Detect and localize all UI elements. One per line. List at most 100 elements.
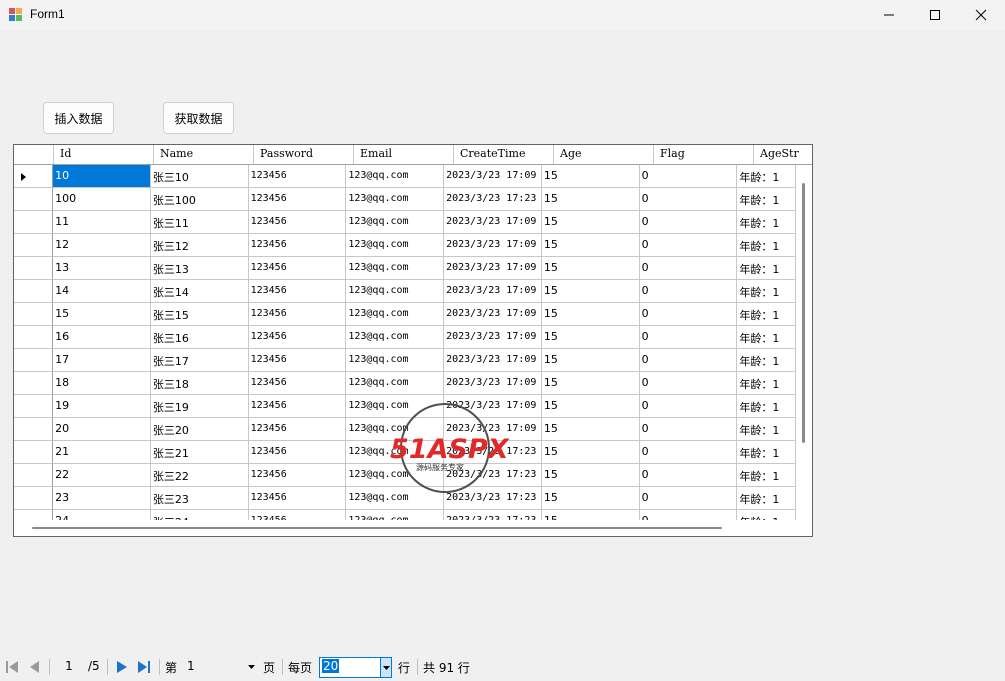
cell-createtime[interactable]: 2023/3/23 17:23 [444,464,542,487]
cell-name[interactable]: 张三20 [150,418,249,441]
row-header[interactable] [14,211,54,234]
row-header[interactable] [14,464,54,487]
insert-data-button[interactable]: 插入数据 [43,102,114,134]
cell-password[interactable]: 123456 [249,510,347,520]
cell-email[interactable]: 123@qq.com [346,510,445,520]
table-row[interactable]: 18 张三18 123456 123@qq.com 2023/3/23 17:09 15 0… [14,372,796,395]
table-row[interactable]: 24张三24123456123@qq.com2023/3/23 17:23150… [14,510,796,520]
cell-age[interactable]: 15 [541,280,640,303]
cell-email[interactable]: 123@qq.com [346,211,445,234]
cell-password[interactable]: 123456 [248,418,347,441]
cell-createtime[interactable]: 2023/3/23 17:09 [444,326,542,349]
cell-password[interactable]: 123456 [248,464,347,487]
row-header[interactable] [14,234,54,257]
cell-age[interactable]: 15 [541,257,640,280]
cell-agestr[interactable]: 年龄：1 [737,372,796,395]
cell-id[interactable]: 20 [53,418,151,441]
cell-flag[interactable]: 0 [639,349,738,372]
table-row[interactable]: 17 张三17 123456 123@qq.com 2023/3/23 17:09 15 0… [14,349,796,372]
cell-name[interactable]: 张三100 [150,188,249,211]
cell-email[interactable]: 123@qq.com [346,326,445,349]
cell-name[interactable]: 张三14 [150,280,249,303]
cell-id[interactable]: 13 [53,257,151,280]
cell-createtime[interactable]: 2023/3/23 17:23 [444,510,542,520]
cell-age[interactable]: 15 [541,441,640,464]
cell-age[interactable]: 15 [541,211,640,234]
cell-name[interactable]: 张三10 [150,165,249,188]
row-header[interactable] [14,372,54,395]
cell-age[interactable]: 15 [541,326,640,349]
cell-age[interactable]: 15 [541,395,640,418]
cell-createtime[interactable]: 2023/3/23 17:09 [444,418,542,441]
cell-id[interactable]: 19 [53,395,151,418]
row-header[interactable] [14,303,54,326]
cell-id[interactable]: 18 [53,372,151,395]
data-grid[interactable]: Id Name Password Email CreateTime Age Flag AgeS… [13,144,813,537]
cell-flag[interactable]: 0 [639,211,738,234]
cell-password[interactable]: 123456 [248,326,347,349]
cell-agestr[interactable]: 年龄：1 [737,234,796,257]
cell-agestr[interactable]: 年龄：1 [737,487,796,510]
cell-flag[interactable]: 0 [639,303,738,326]
table-row[interactable]: 13 张三13 123456 123@qq.com 2023/3/23 17:09 15 0… [14,257,796,280]
vertical-scrollbar[interactable] [796,165,812,520]
cell-createtime[interactable]: 2023/3/23 17:09 [444,303,542,326]
cell-name[interactable]: 张三12 [150,234,249,257]
cell-flag[interactable]: 0 [640,510,738,520]
page-select[interactable]: 1 [184,658,258,677]
column-header-flag[interactable]: Flag [654,145,754,164]
cell-agestr[interactable]: 年龄：1 [737,464,796,487]
cell-createtime[interactable]: 2023/3/23 17:23 [444,487,542,510]
cell-createtime[interactable]: 2023/3/23 17:09 [444,211,542,234]
cell-email[interactable]: 123@qq.com [346,234,445,257]
table-row[interactable]: 19 张三19 123456 123@qq.com 2023/3/23 17:09 15 0… [14,395,796,418]
cell-age[interactable]: 15 [541,487,640,510]
cell-age[interactable]: 15 [541,303,640,326]
row-header[interactable] [14,188,54,211]
cell-name[interactable]: 张三11 [150,211,249,234]
cell-name[interactable]: 张三13 [150,257,249,280]
horizontal-scroll-thumb[interactable] [32,527,722,529]
cell-name[interactable]: 张三16 [150,326,249,349]
cell-agestr[interactable]: 年龄：1 [737,165,796,188]
cell-agestr[interactable]: 年龄：1 [737,326,796,349]
cell-password[interactable]: 123456 [248,303,347,326]
cell-id[interactable]: 17 [53,349,151,372]
cell-name[interactable]: 张三22 [150,464,249,487]
table-row[interactable]: 15 张三15 123456 123@qq.com 2023/3/23 17:09 15 0… [14,303,796,326]
cell-age[interactable]: 15 [541,418,640,441]
cell-createtime[interactable]: 2023/3/23 17:09 [444,372,542,395]
cell-agestr[interactable]: 年龄：1 [737,418,796,441]
cell-flag[interactable]: 0 [639,165,738,188]
table-row[interactable]: 10 张三10 123456 123@qq.com 2023/3/23 17:09 15 0… [14,165,796,188]
current-page-box[interactable]: 1 [62,659,76,673]
cell-age[interactable]: 15 [541,188,640,211]
cell-createtime[interactable]: 2023/3/23 17:09 [444,280,542,303]
cell-password[interactable]: 123456 [248,234,347,257]
cell-agestr[interactable]: 年龄：1 [737,280,796,303]
cell-createtime[interactable]: 2023/3/23 17:23 [444,188,542,211]
vertical-scroll-thumb[interactable] [802,183,805,443]
cell-email[interactable]: 123@qq.com [346,188,445,211]
cell-id[interactable]: 14 [53,280,151,303]
grid-corner-header[interactable] [14,145,54,164]
last-page-icon[interactable] [137,660,151,674]
cell-name[interactable]: 张三24 [151,510,249,520]
column-header-name[interactable]: Name [154,145,254,164]
cell-password[interactable]: 123456 [248,372,347,395]
horizontal-scrollbar[interactable] [14,520,812,536]
cell-email[interactable]: 123@qq.com [346,257,445,280]
cell-age[interactable]: 15 [541,165,640,188]
close-button[interactable] [958,0,1004,30]
cell-email[interactable]: 123@qq.com [346,487,445,510]
cell-email[interactable]: 123@qq.com [346,372,445,395]
cell-createtime[interactable]: 2023/3/23 17:23 [444,441,542,464]
row-header[interactable] [14,257,54,280]
cell-email[interactable]: 123@qq.com [346,441,445,464]
cell-flag[interactable]: 0 [639,280,738,303]
cell-password[interactable]: 123456 [248,487,347,510]
cell-agestr[interactable]: 年龄：1 [737,349,796,372]
cell-age[interactable]: 15 [541,464,640,487]
cell-flag[interactable]: 0 [639,257,738,280]
cell-flag[interactable]: 0 [639,464,738,487]
